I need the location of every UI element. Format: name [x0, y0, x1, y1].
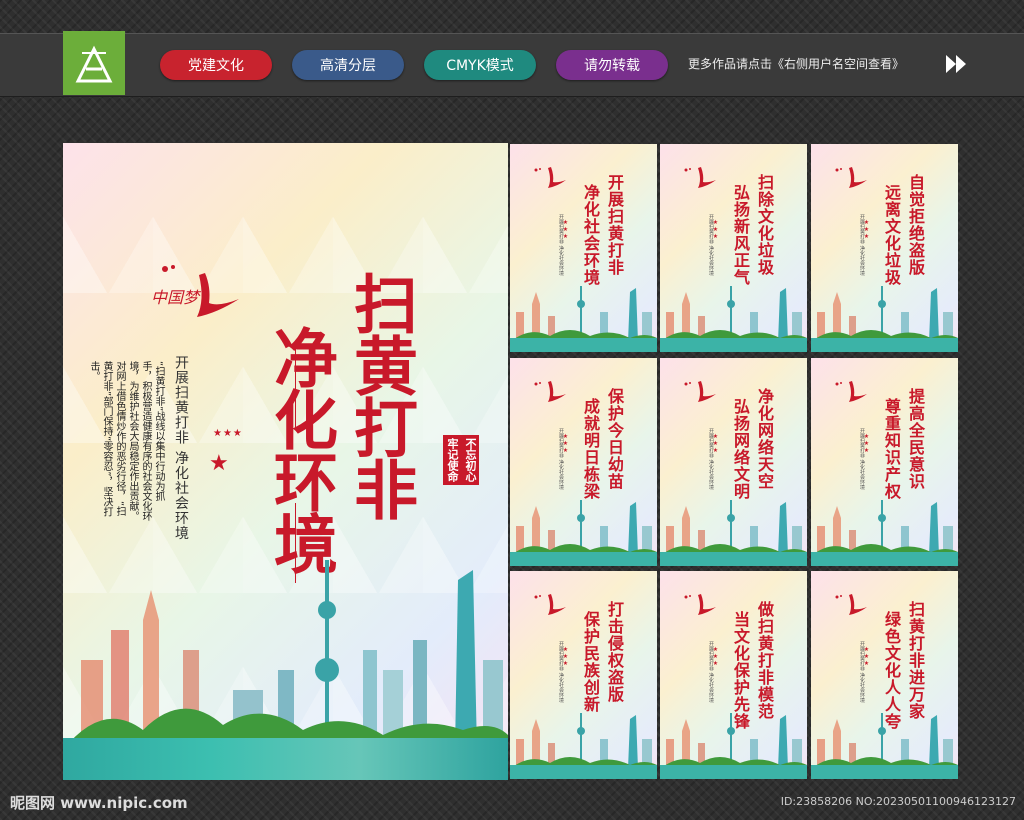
tag-cmyk[interactable]: CMYK模式 [424, 50, 536, 80]
small-city-skyline [510, 713, 657, 769]
small-poster-line2: 成就明日栋梁 [581, 398, 600, 500]
small-poster-line2: 弘扬新风正气 [731, 184, 750, 286]
china-dream-logo-small [835, 594, 867, 615]
tag-party-culture[interactable]: 党建文化 [160, 50, 272, 80]
small-poster-band [811, 552, 958, 566]
small-city-skyline [660, 713, 807, 769]
small-poster-line1: 扫黄打非进万家 [906, 601, 925, 720]
tag-hd-layers[interactable]: 高清分层 [292, 50, 404, 80]
slogan-1: 不忘初心 [461, 435, 479, 485]
slogan-badges: 不忘初心 牢记使命 [443, 435, 479, 491]
tag-no-repost[interactable]: 请勿转载 [556, 50, 668, 80]
main-poster: 中国梦 扫黄打非 净化环境 ★★★ ★ 开展扫黄打非 净化社会环境 “扫黄打非”… [63, 143, 508, 780]
main-subtitle: 开展扫黄打非 净化社会环境 [173, 355, 189, 541]
small-stars: ★★★ [213, 428, 243, 439]
small-poster-band [510, 338, 657, 352]
china-dream-logo-small [684, 167, 716, 188]
small-poster-line1: 做扫黄打非模范 [755, 601, 774, 720]
small-city-skyline [811, 713, 958, 769]
small-stars-icon: ★★★ [712, 433, 719, 454]
small-poster-band [660, 765, 807, 779]
site-watermark: 昵图网 www.nipic.com [10, 794, 188, 812]
main-title-line2: 净化环境 [263, 325, 338, 573]
divider-line-top [295, 348, 296, 428]
small-poster-band [811, 338, 958, 352]
small-poster: 打击侵权盗版 保护民族创新 开展扫黄打非 净化社会环境 ★★★ [510, 571, 657, 779]
logo[interactable] [63, 31, 125, 95]
china-dream-logo-small [534, 594, 566, 615]
small-stars-icon: ★★★ [863, 219, 870, 240]
small-poster: 保护今日幼苗 成就明日栋梁 开展扫黄打非 净化社会环境 ★★★ [510, 358, 657, 566]
small-poster-band [510, 765, 657, 779]
more-works-notice[interactable]: 更多作品请点击《右侧用户名空间查看》 [688, 55, 904, 72]
small-stars-icon: ★★★ [562, 219, 569, 240]
china-dream-logo: 中国梦 [151, 265, 239, 317]
main-paragraph: “扫黄打非”战线以集中行动为抓手，积极营造健康有序的社会文化环境，为维护社会大局… [88, 361, 164, 521]
small-poster-line2: 远离文化垃圾 [882, 184, 901, 286]
small-poster-line1: 自觉拒绝盗版 [906, 174, 925, 276]
small-city-skyline [660, 286, 807, 342]
small-poster: 扫黄打非进万家 绿色文化人人夸 开展扫黄打非 净化社会环境 ★★★ [811, 571, 958, 779]
china-dream-logo-text: 中国梦 [151, 288, 202, 307]
small-stars-icon: ★★★ [712, 646, 719, 667]
small-city-skyline [811, 500, 958, 556]
small-city-skyline [510, 286, 657, 342]
small-poster-line2: 保护民族创新 [581, 611, 600, 713]
small-poster-line1: 开展扫黄打非 [605, 174, 624, 276]
small-stars-icon: ★★★ [863, 433, 870, 454]
poster-bottom-band [63, 738, 508, 780]
china-dream-logo-small [534, 381, 566, 402]
image-id: ID:23858206 NO:20230501100946123127 [780, 795, 1016, 808]
small-stars-icon: ★★★ [712, 219, 719, 240]
small-poster-line1: 打击侵权盗版 [605, 601, 624, 703]
small-poster: 提高全民意识 尊重知识产权 开展扫黄打非 净化社会环境 ★★★ [811, 358, 958, 566]
main-title-line1: 扫黄打非 [343, 271, 418, 519]
small-poster: 做扫黄打非模范 当文化保护先锋 开展扫黄打非 净化社会环境 ★★★ [660, 571, 807, 779]
city-skyline [63, 560, 508, 750]
small-poster-line2: 尊重知识产权 [882, 398, 901, 500]
china-dream-logo-small [684, 381, 716, 402]
small-poster: 自觉拒绝盗版 远离文化垃圾 开展扫黄打非 净化社会环境 ★★★ [811, 144, 958, 352]
small-poster: 扫除文化垃圾 弘扬新风正气 开展扫黄打非 净化社会环境 ★★★ [660, 144, 807, 352]
small-poster-line1: 提高全民意识 [906, 388, 925, 490]
small-poster-line1: 净化网络天空 [755, 388, 774, 490]
small-poster-band [510, 552, 657, 566]
small-city-skyline [510, 500, 657, 556]
slogan-2: 牢记使命 [443, 435, 461, 485]
small-city-skyline [660, 500, 807, 556]
china-dream-logo-small [684, 594, 716, 615]
china-dream-logo-small [835, 167, 867, 188]
small-poster-band [811, 765, 958, 779]
small-stars-icon: ★★★ [562, 646, 569, 667]
double-arrow-icon[interactable] [944, 53, 970, 79]
pen-logo-icon [75, 45, 113, 83]
small-stars-icon: ★★★ [863, 646, 870, 667]
big-star-icon: ★ [209, 451, 229, 476]
small-stars-icon: ★★★ [562, 433, 569, 454]
small-poster: 开展扫黄打非 净化社会环境 开展扫黄打非 净化社会环境 ★★★ [510, 144, 657, 352]
small-poster-line2: 净化社会环境 [581, 184, 600, 286]
small-city-skyline [811, 286, 958, 342]
small-poster-band [660, 552, 807, 566]
china-dream-logo-small [835, 381, 867, 402]
china-dream-logo-small [534, 167, 566, 188]
small-poster-band [660, 338, 807, 352]
small-poster-line2: 弘扬网络文明 [731, 398, 750, 500]
small-poster-line1: 保护今日幼苗 [605, 388, 624, 490]
small-poster: 净化网络天空 弘扬网络文明 开展扫黄打非 净化社会环境 ★★★ [660, 358, 807, 566]
small-poster-line1: 扫除文化垃圾 [755, 174, 774, 276]
